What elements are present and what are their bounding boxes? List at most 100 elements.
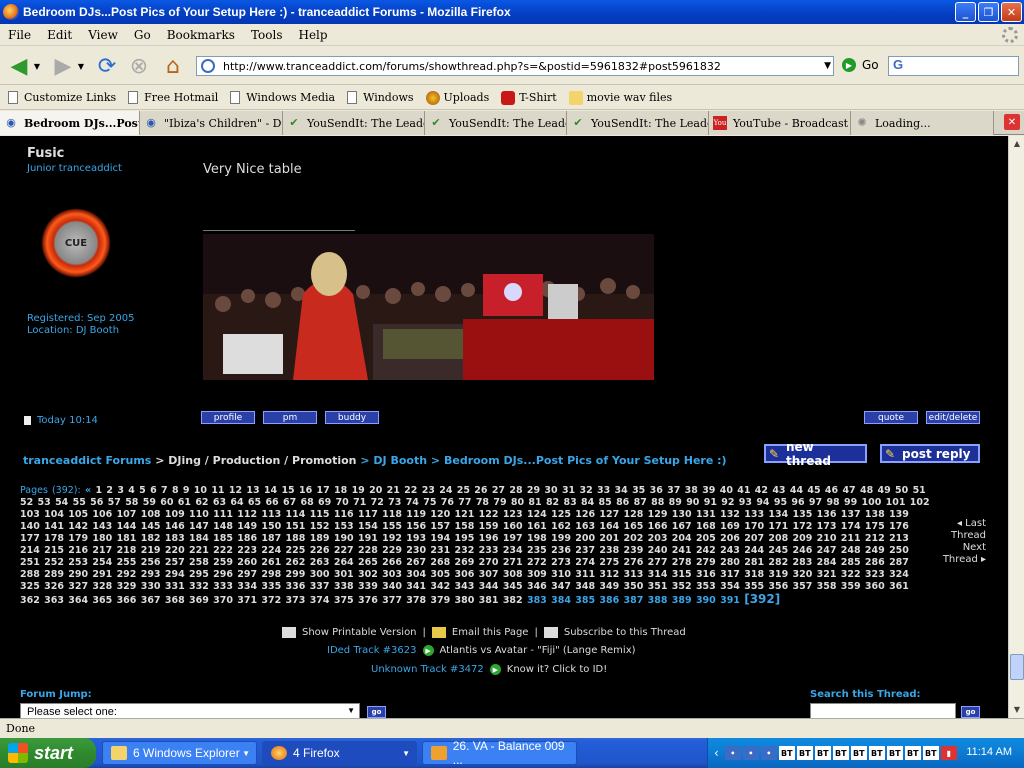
- vertical-scrollbar[interactable]: ▲ ▼: [1008, 136, 1024, 718]
- page-link[interactable]: 363: [44, 595, 68, 606]
- page-link[interactable]: 73: [388, 497, 406, 508]
- page-link[interactable]: 348: [575, 581, 599, 592]
- scroll-up-icon[interactable]: ▲: [1010, 137, 1024, 151]
- page-link[interactable]: 362: [20, 595, 44, 606]
- menu-edit[interactable]: Edit: [47, 28, 72, 42]
- ided-track-title[interactable]: Atlantis vs Avatar - "Fiji" (Lange Remix…: [440, 645, 636, 656]
- page-link[interactable]: 123: [503, 509, 527, 520]
- page-link[interactable]: 165: [624, 521, 648, 532]
- page-link[interactable]: 64: [230, 497, 248, 508]
- page-link[interactable]: 301: [334, 569, 358, 580]
- page-link[interactable]: 323: [865, 569, 889, 580]
- search-thread-go-button[interactable]: go: [961, 706, 980, 718]
- page-link[interactable]: 66: [265, 497, 283, 508]
- tray-bittorrent-icon[interactable]: BT: [868, 746, 885, 760]
- page-link[interactable]: 306: [455, 569, 479, 580]
- page-link[interactable]: 116: [334, 509, 358, 520]
- page-link[interactable]: 305: [430, 569, 454, 580]
- page-link[interactable]: 210: [817, 533, 841, 544]
- page-link[interactable]: 299: [286, 569, 310, 580]
- page-link[interactable]: 119: [406, 509, 430, 520]
- page-link[interactable]: 102: [910, 497, 930, 508]
- bookmark-customize-links[interactable]: Customize Links: [8, 91, 116, 104]
- page-link[interactable]: 90: [686, 497, 704, 508]
- page-link[interactable]: 100: [862, 497, 886, 508]
- page-link[interactable]: 391: [720, 595, 744, 606]
- page-link[interactable]: 106: [92, 509, 116, 520]
- page-link[interactable]: 169: [720, 521, 744, 532]
- scrollbar-thumb[interactable]: [1010, 654, 1024, 680]
- page-link[interactable]: 154: [358, 521, 382, 532]
- page-link[interactable]: 114: [286, 509, 310, 520]
- page-link[interactable]: 314: [648, 569, 672, 580]
- page-link[interactable]: 1: [95, 485, 106, 496]
- unknown-track-action[interactable]: Know it? Click to ID!: [507, 664, 607, 675]
- page-link[interactable]: 261: [261, 557, 285, 568]
- page-link[interactable]: 316: [696, 569, 720, 580]
- page-link[interactable]: 29: [527, 485, 545, 496]
- page-link[interactable]: 9: [183, 485, 194, 496]
- page-link[interactable]: 7: [161, 485, 172, 496]
- page-link[interactable]: 35: [632, 485, 650, 496]
- tray-bittorrent-icon[interactable]: BT: [922, 746, 939, 760]
- tab-yousendit-2[interactable]: ✔ YouSendIt: The Leade...: [425, 111, 567, 135]
- menu-view[interactable]: View: [88, 28, 118, 42]
- page-link[interactable]: 208: [768, 533, 792, 544]
- page-link[interactable]: 150: [261, 521, 285, 532]
- page-link[interactable]: 24: [439, 485, 457, 496]
- page-link[interactable]: 281: [744, 557, 768, 568]
- page-link[interactable]: 223: [237, 545, 261, 556]
- page-link[interactable]: 4: [128, 485, 139, 496]
- bookmark-windows[interactable]: Windows: [347, 91, 414, 104]
- page-link[interactable]: 370: [213, 595, 237, 606]
- quote-button[interactable]: quote: [864, 411, 918, 424]
- page-link[interactable]: 309: [527, 569, 551, 580]
- page-link[interactable]: 347: [551, 581, 575, 592]
- page-link[interactable]: 104: [44, 509, 68, 520]
- tray-bittorrent-icon[interactable]: BT: [850, 746, 867, 760]
- page-link[interactable]: 378: [406, 595, 430, 606]
- page-link[interactable]: 337: [310, 581, 334, 592]
- page-link[interactable]: 231: [430, 545, 454, 556]
- page-link[interactable]: 40: [720, 485, 738, 496]
- page-link[interactable]: 246: [793, 545, 817, 556]
- page-link[interactable]: 255: [117, 557, 141, 568]
- page-link[interactable]: 285: [841, 557, 865, 568]
- tray-bittorrent-icon[interactable]: BT: [904, 746, 921, 760]
- page-link[interactable]: 77: [458, 497, 476, 508]
- page-link[interactable]: 180: [92, 533, 116, 544]
- back-history-chevron-icon[interactable]: ▼: [30, 51, 44, 81]
- page-link[interactable]: 139: [889, 509, 909, 520]
- page-link[interactable]: 350: [624, 581, 648, 592]
- search-thread-input[interactable]: [810, 703, 956, 718]
- page-link[interactable]: 213: [889, 533, 909, 544]
- page-link[interactable]: 163: [575, 521, 599, 532]
- new-thread-button[interactable]: ✎ new thread: [764, 440, 867, 468]
- page-link[interactable]: 266: [382, 557, 406, 568]
- page-link[interactable]: 131: [696, 509, 720, 520]
- page-link[interactable]: 271: [503, 557, 527, 568]
- page-link[interactable]: 352: [672, 581, 696, 592]
- page-link[interactable]: 101: [886, 497, 910, 508]
- page-link[interactable]: 383: [527, 595, 551, 606]
- page-link[interactable]: 300: [310, 569, 334, 580]
- page-link[interactable]: 242: [696, 545, 720, 556]
- page-link[interactable]: 127: [599, 509, 623, 520]
- page-link[interactable]: 235: [527, 545, 551, 556]
- page-link[interactable]: 194: [430, 533, 454, 544]
- page-link[interactable]: 13: [246, 485, 264, 496]
- page-link[interactable]: 28: [509, 485, 527, 496]
- page-link[interactable]: 229: [382, 545, 406, 556]
- page-link[interactable]: 200: [575, 533, 599, 544]
- page-link[interactable]: 358: [817, 581, 841, 592]
- page-link[interactable]: 37: [667, 485, 685, 496]
- page-link[interactable]: 232: [455, 545, 479, 556]
- tab-yousendit-3[interactable]: ✔ YouSendIt: The Leade...: [567, 111, 709, 135]
- page-link[interactable]: 343: [455, 581, 479, 592]
- page-link[interactable]: 345: [503, 581, 527, 592]
- close-button[interactable]: ✕: [1001, 2, 1022, 22]
- page-link[interactable]: 128: [624, 509, 648, 520]
- tray-bittorrent-icon[interactable]: BT: [778, 746, 795, 760]
- page-link[interactable]: 47: [842, 485, 860, 496]
- page-link[interactable]: 124: [527, 509, 551, 520]
